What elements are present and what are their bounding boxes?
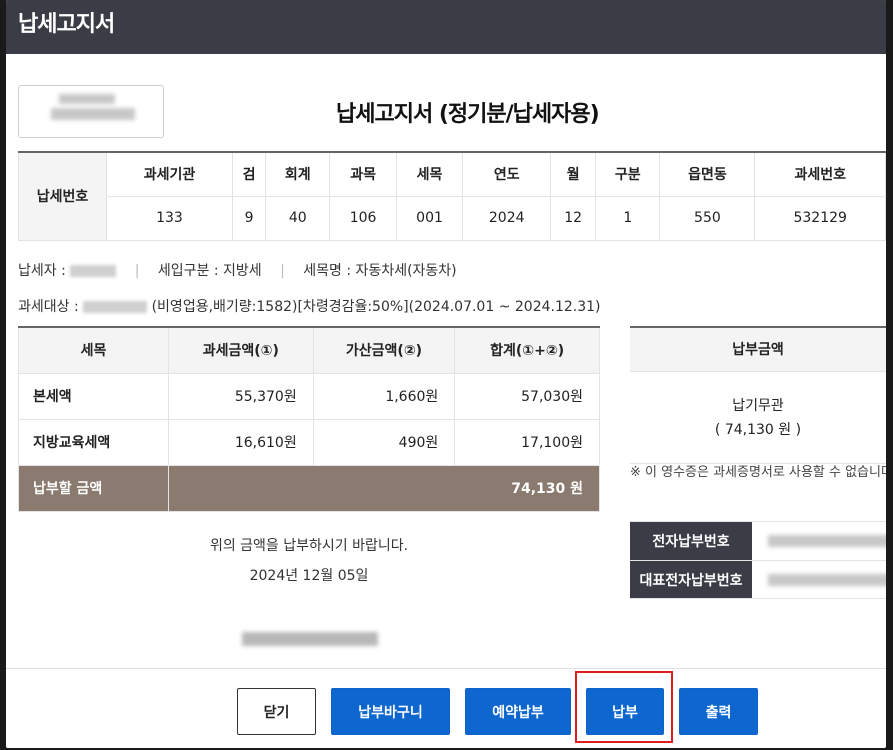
tax-bill-dialog: 납세고지서 납세고지서 (정기분/납세자용) 납세번호 과세기관 검 회계 과목…: [6, 0, 886, 748]
divider: |: [280, 263, 285, 279]
request-message: 위의 금액을 납부하시기 바랍니다.: [209, 538, 409, 554]
cell-value: 40: [265, 195, 331, 241]
scheduled-payment-button[interactable]: 예약납부: [465, 688, 571, 735]
target-label: 과세대상 :: [18, 299, 79, 315]
payment-status: 납기무관: [732, 398, 784, 414]
issue-date: 2024년 12월 05일: [249, 568, 369, 584]
cell-value: 001: [395, 195, 464, 241]
table-row: 본세액 55,370원 1,660원 57,030원: [18, 372, 600, 420]
col-header: 과목: [329, 151, 397, 197]
e-number-label: 전자납부번호: [630, 522, 752, 560]
receipt-note: ※ 이 영수증은 과세증명서로 사용할 수 없습니다: [630, 465, 886, 480]
payment-body: 납기무관 ( 74,130 원 ): [630, 372, 886, 464]
payment-request: 위의 금액을 납부하시기 바랍니다. 2024년 12월 05일: [18, 531, 600, 591]
col-header: 합계(①+②): [454, 326, 600, 374]
tax-amount: 16,610원: [168, 418, 314, 466]
col-header: 과세번호: [754, 151, 886, 197]
tax-amount: 55,370원: [168, 372, 314, 420]
cell-value: 133: [106, 195, 233, 241]
row-label: 본세액: [18, 372, 169, 420]
col-header: 검: [231, 151, 267, 197]
income-type: 세입구분 : 지방세: [157, 263, 262, 279]
institution-logo: [18, 85, 164, 138]
additional-amount: 1,660원: [312, 372, 456, 420]
cell-value: 532129: [754, 195, 886, 241]
cell-value: 106: [329, 195, 397, 241]
taxpayer-label: 납세자 :: [18, 263, 66, 279]
payment-amount: ( 74,130 원 ): [714, 422, 802, 438]
col-header: 연도: [462, 151, 552, 197]
rep-number-row: 대표전자납부번호: [630, 560, 886, 599]
print-button[interactable]: 출력: [679, 688, 758, 735]
tax-number-table: 납세번호 과세기관 검 회계 과목 세목 연도 월 구분 읍면동 과세번호 13…: [18, 151, 886, 241]
bill-content[interactable]: 납세고지서 (정기분/납세자용) 납세번호 과세기관 검 회계 과목 세목 연도…: [6, 54, 886, 668]
total-value: 74,130 원: [168, 464, 600, 512]
close-button[interactable]: 닫기: [237, 688, 316, 735]
additional-amount: 490원: [312, 418, 456, 466]
payment-amount-box: 납부금액 납기무관 ( 74,130 원 ): [630, 326, 886, 464]
col-header: 회계: [265, 151, 331, 197]
col-header: 과세기관: [106, 151, 233, 197]
divider: |: [134, 263, 140, 279]
electronic-payment-numbers: 전자납부번호 대표전자납부번호: [630, 521, 886, 599]
masked-rep-number: [752, 561, 886, 598]
cell-value: 9: [231, 195, 267, 241]
tax-name: 세목명 : 자동차세(자동차): [303, 263, 457, 279]
footer-toolbar: 닫기 납부바구니 예약납부 납부 출력: [6, 668, 886, 748]
window-title: 납세고지서: [18, 12, 115, 37]
masked-taxpayer-name: [70, 265, 117, 277]
col-header: 과세금액(①): [168, 326, 314, 374]
rep-number-label: 대표전자납부번호: [630, 561, 752, 598]
e-number-row: 전자납부번호: [630, 521, 886, 560]
col-header: 세목: [395, 151, 464, 197]
masked-e-number: [752, 522, 886, 560]
tax-number-label: 납세번호: [18, 151, 107, 241]
sum-amount: 57,030원: [454, 372, 600, 420]
target-detail: (비영업용,배기량:1582)[차령경감율:50%](2024.07.01 ~ …: [151, 299, 601, 315]
sum-amount: 17,100원: [454, 418, 600, 466]
col-header: 가산금액(②): [312, 326, 456, 374]
row-label: 지방교육세액: [18, 418, 169, 466]
cell-value: 2024: [462, 195, 552, 241]
cell-value: 1: [595, 195, 661, 241]
amount-table: 세목 과세금액(①) 가산금액(②) 합계(①+②) 본세액 55,370원 1…: [18, 326, 600, 512]
tax-target-line: 과세대상 : (비영업용,배기량:1582)[차령경감율:50%](2024.0…: [18, 296, 601, 316]
masked-issuer-seal: [242, 632, 378, 648]
table-row: 지방교육세액 16,610원 490원 17,100원: [18, 418, 600, 466]
col-header: 세목: [18, 326, 169, 374]
col-header: 월: [550, 151, 597, 197]
col-header: 구분: [595, 151, 661, 197]
document-title: 납세고지서 (정기분/납세자용): [336, 102, 600, 127]
total-label: 납부할 금액: [18, 464, 169, 512]
cell-value: 12: [550, 195, 597, 241]
col-header: 읍면동: [659, 151, 756, 197]
payment-header: 납부금액: [630, 326, 886, 372]
masked-vehicle-number: [83, 301, 148, 313]
taxpayer-info-line: 납세자 : | 세입구분 : 지방세 | 세목명 : 자동차세(자동차): [18, 260, 457, 280]
cell-value: 550: [659, 195, 756, 241]
pay-button[interactable]: 납부: [586, 688, 664, 735]
payment-basket-button[interactable]: 납부바구니: [331, 688, 450, 735]
total-row: 납부할 금액 74,130 원: [18, 464, 600, 512]
title-bar: 납세고지서: [6, 0, 886, 54]
